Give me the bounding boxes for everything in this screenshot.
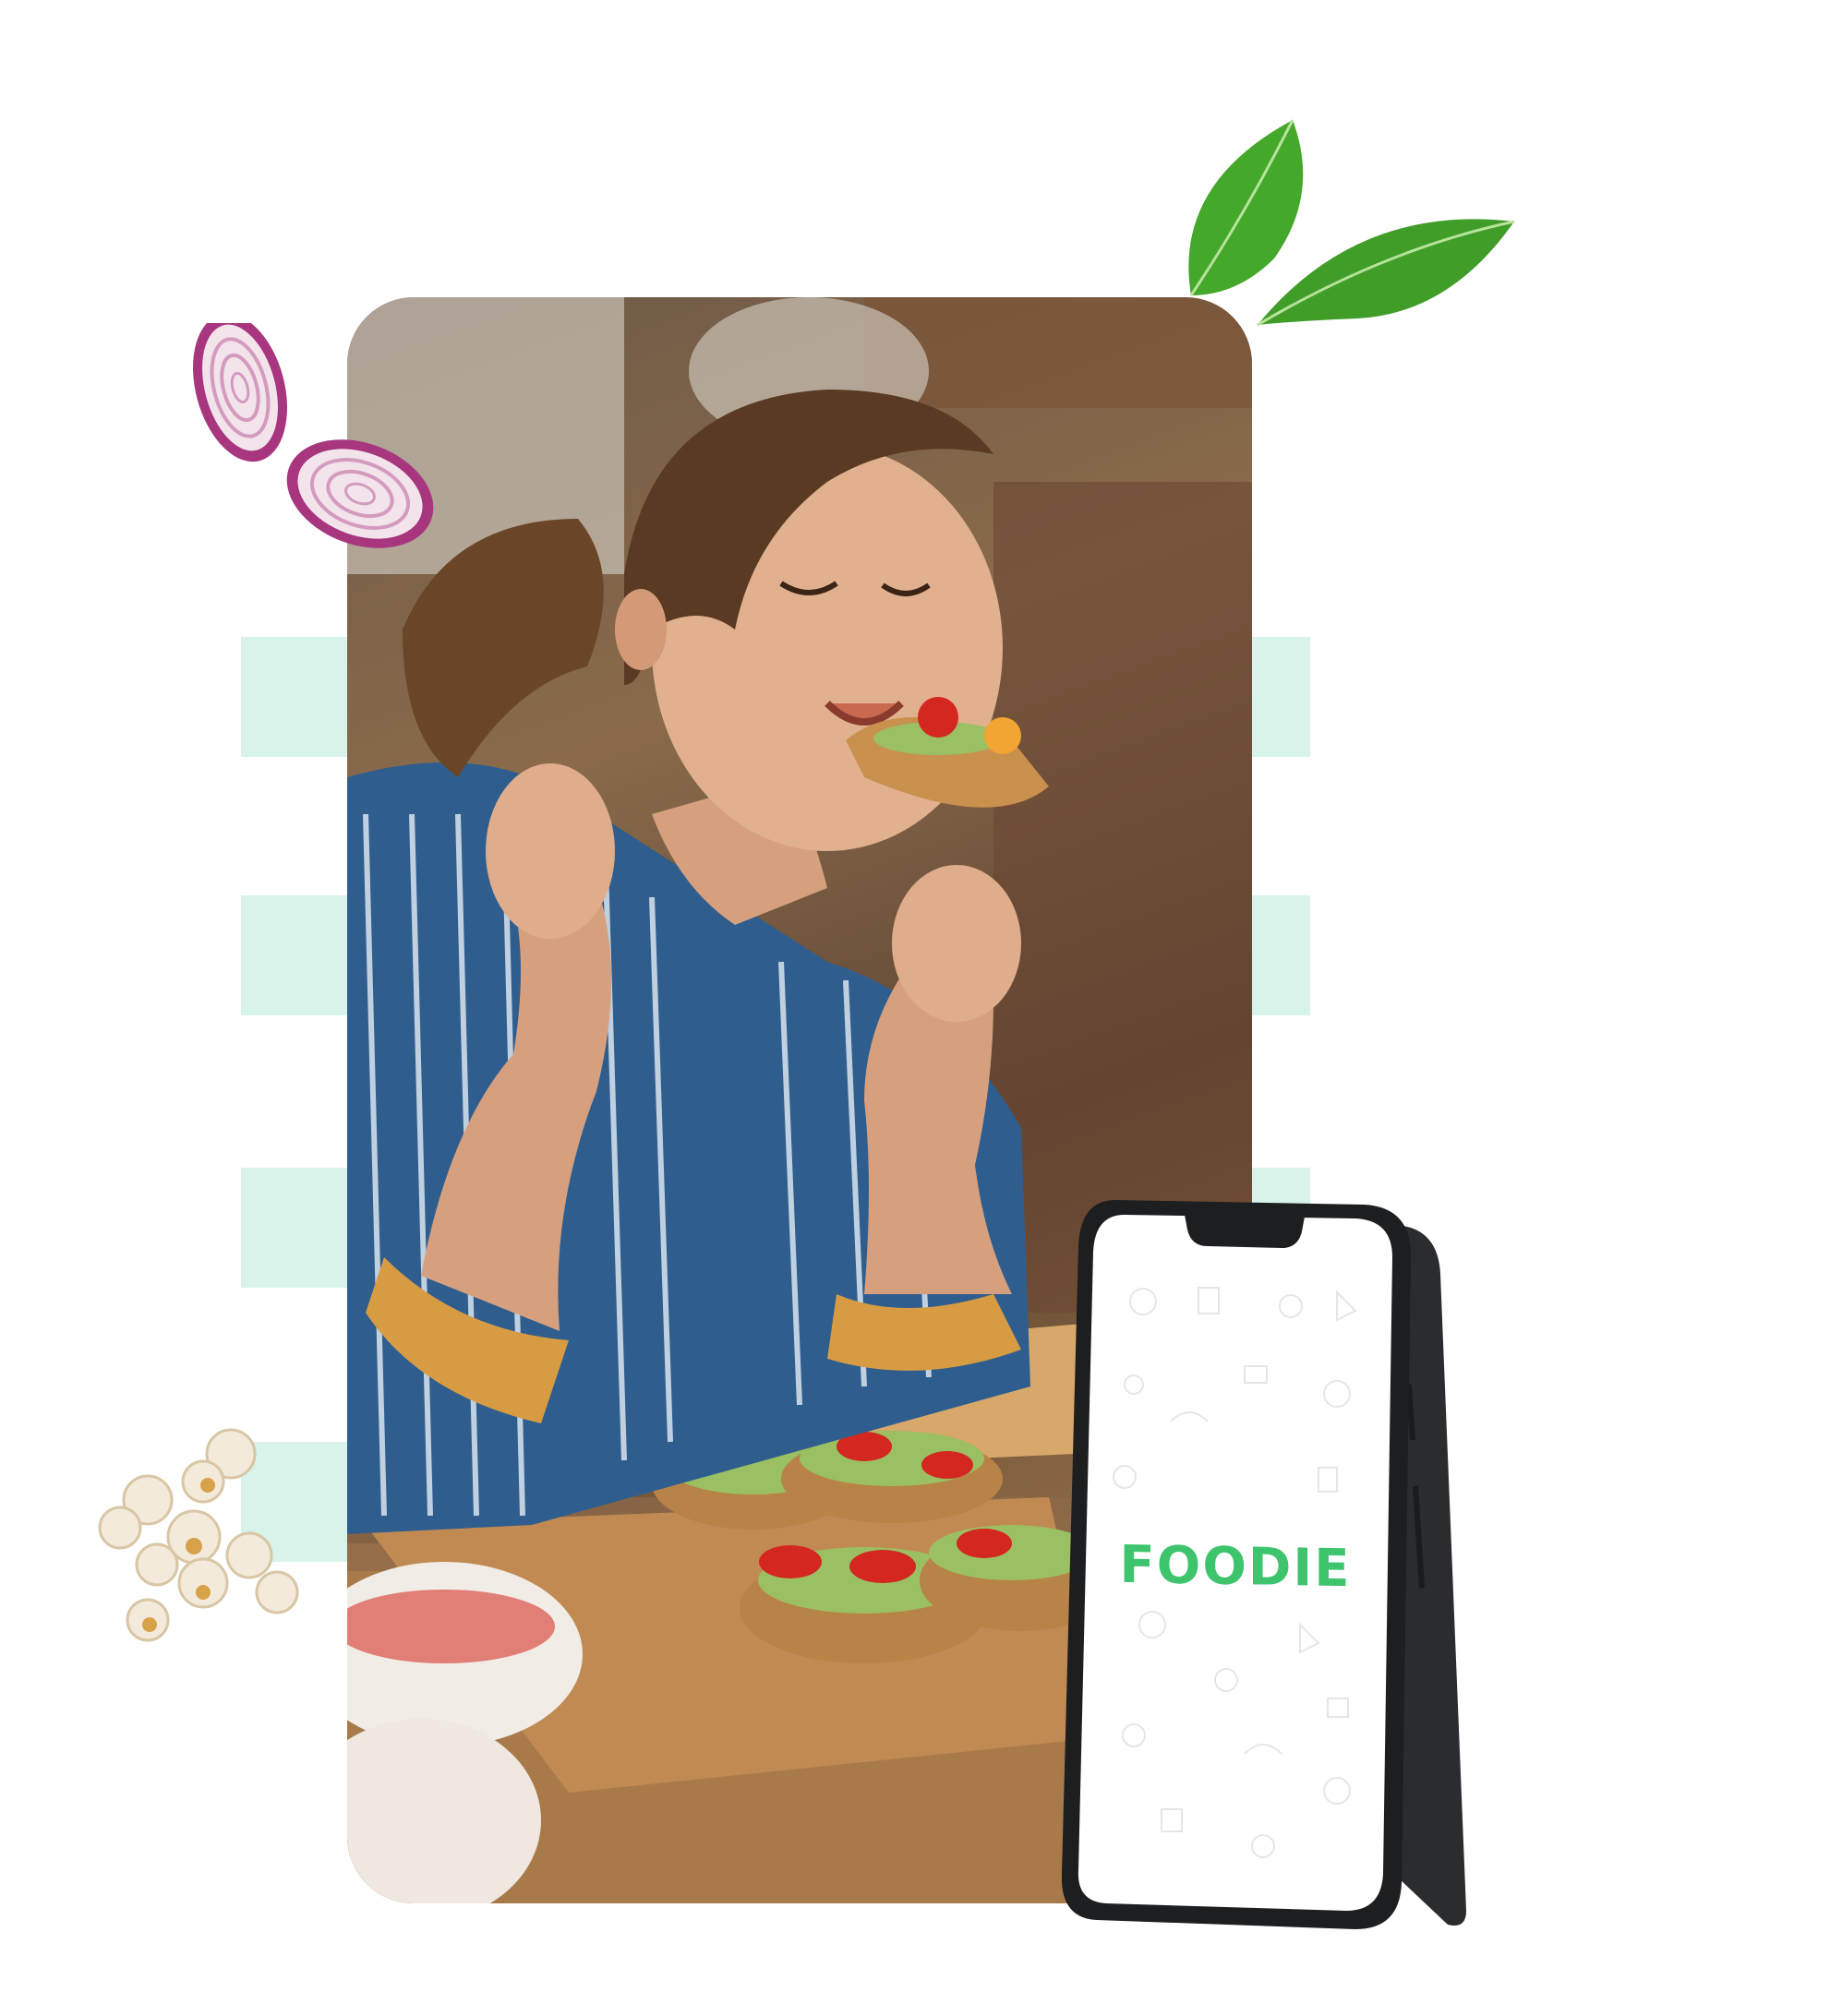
- basil-leaf-icon: [1188, 119, 1515, 327]
- popcorn-icon: [98, 1428, 299, 1642]
- smartphone: FOODIE: [1060, 1200, 1485, 1938]
- app-logo-text: FOODIE: [1119, 1534, 1352, 1600]
- red-onion-slice-icon: [193, 323, 434, 548]
